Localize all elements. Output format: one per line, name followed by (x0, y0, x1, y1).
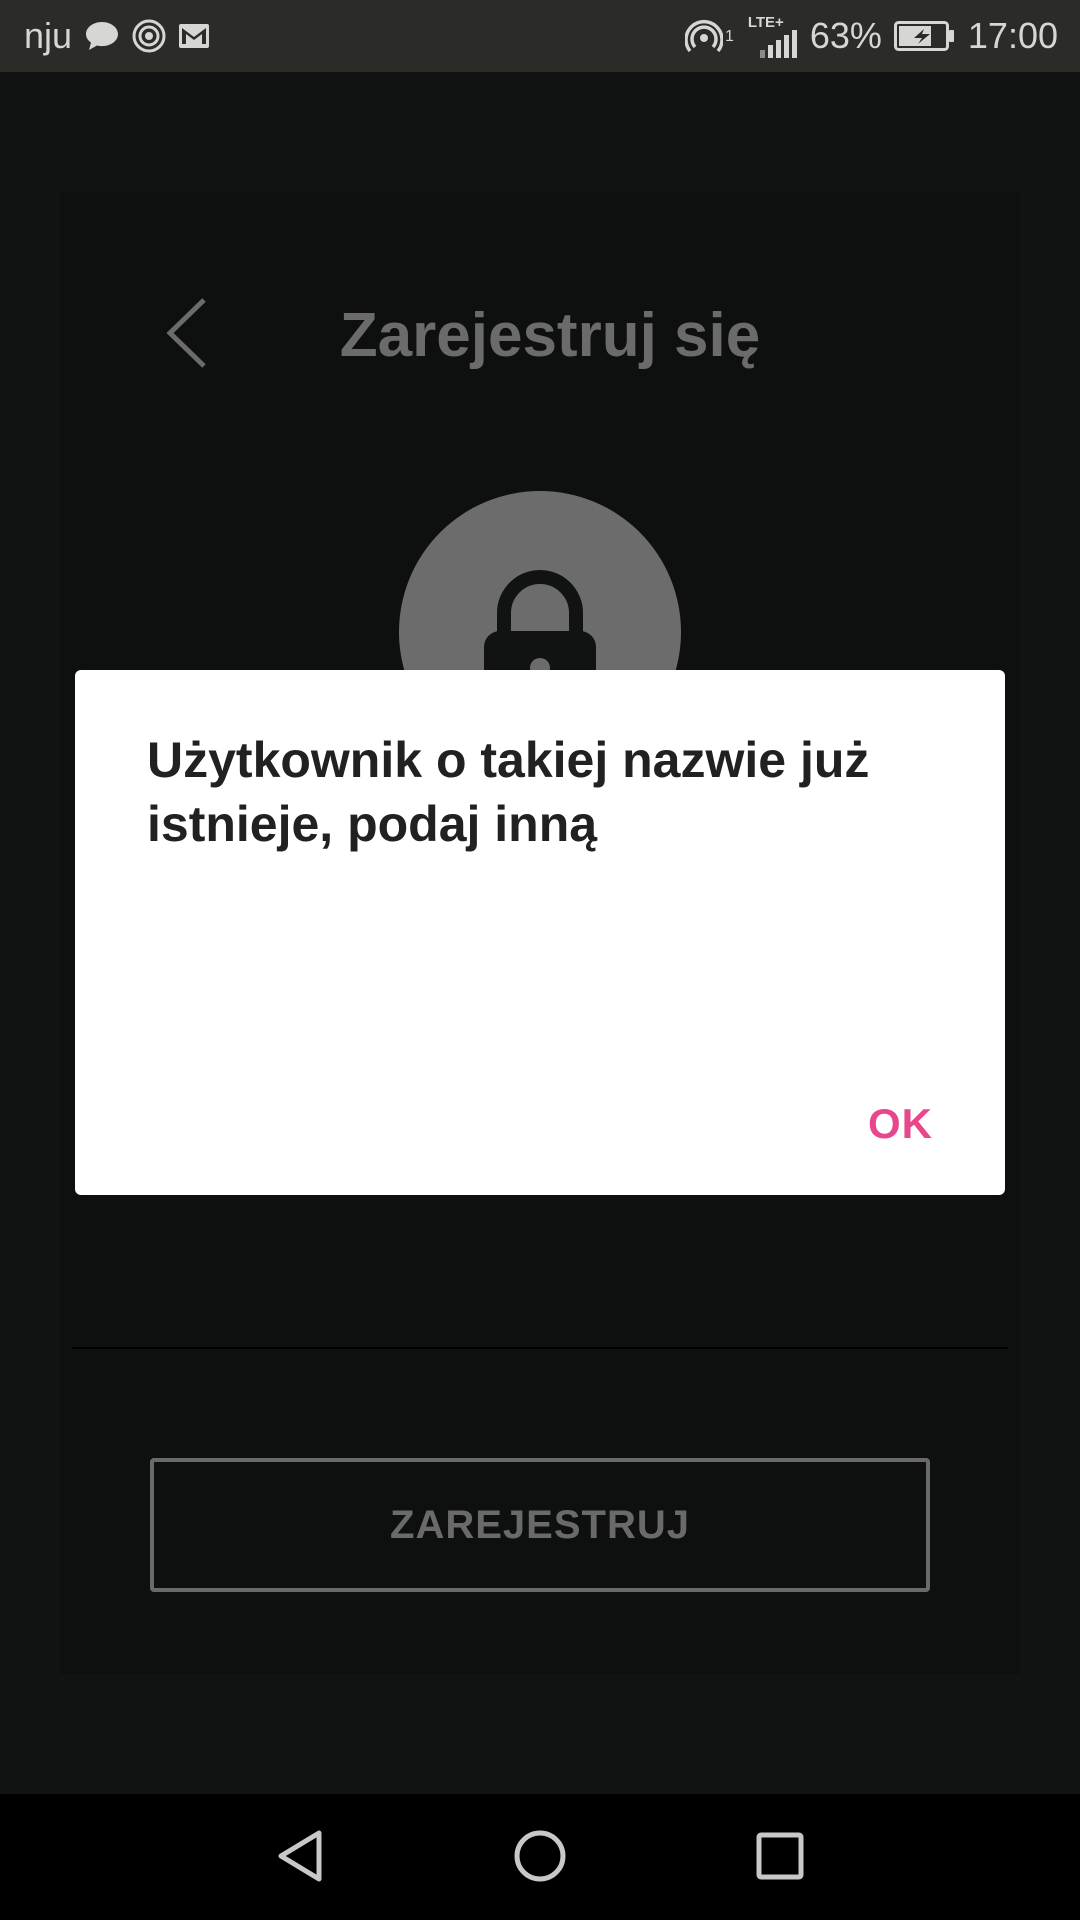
network-indicator: LTE+ (748, 15, 798, 58)
battery-percent: 63% (809, 15, 882, 56)
sim-index: 1 (724, 27, 734, 45)
hotspot-icon (132, 19, 166, 53)
register-button[interactable]: ZAREJESTRUJ (150, 1458, 930, 1592)
back-chevron-icon[interactable] (162, 296, 210, 370)
alert-dialog: Użytkownik o takiej nazwie już istnieje,… (75, 670, 1005, 1195)
recents-square-icon[interactable] (750, 1826, 810, 1886)
divider (72, 1347, 1008, 1349)
page-title: Zarejestruj się (339, 301, 761, 370)
clock: 17:00 (967, 15, 1058, 56)
dialog-message: Użytkownik o takiej nazwie już istnieje,… (147, 732, 870, 852)
ok-button[interactable]: OK (868, 1084, 933, 1164)
chat-bubble-icon (84, 20, 120, 52)
gmail-icon (178, 23, 210, 49)
carrier-label: nju (24, 15, 73, 56)
battery-charging-icon (893, 21, 956, 51)
hotspot-icon (684, 17, 723, 55)
back-triangle-icon[interactable] (270, 1826, 330, 1886)
status-bar: nju 1 LTE+ 63% 17:00 (0, 0, 1080, 72)
signal-icon (759, 29, 797, 58)
home-circle-icon[interactable] (510, 1826, 570, 1886)
network-type: LTE+ (747, 13, 784, 31)
status-bar-left: nju (24, 15, 210, 57)
navigation-bar (0, 1794, 1080, 1920)
screen: nju 1 LTE+ 63% 17:00 Zarejestruj się ZAR… (0, 0, 1080, 1920)
status-bar-right: 1 LTE+ 63% 17:00 (684, 15, 1058, 58)
